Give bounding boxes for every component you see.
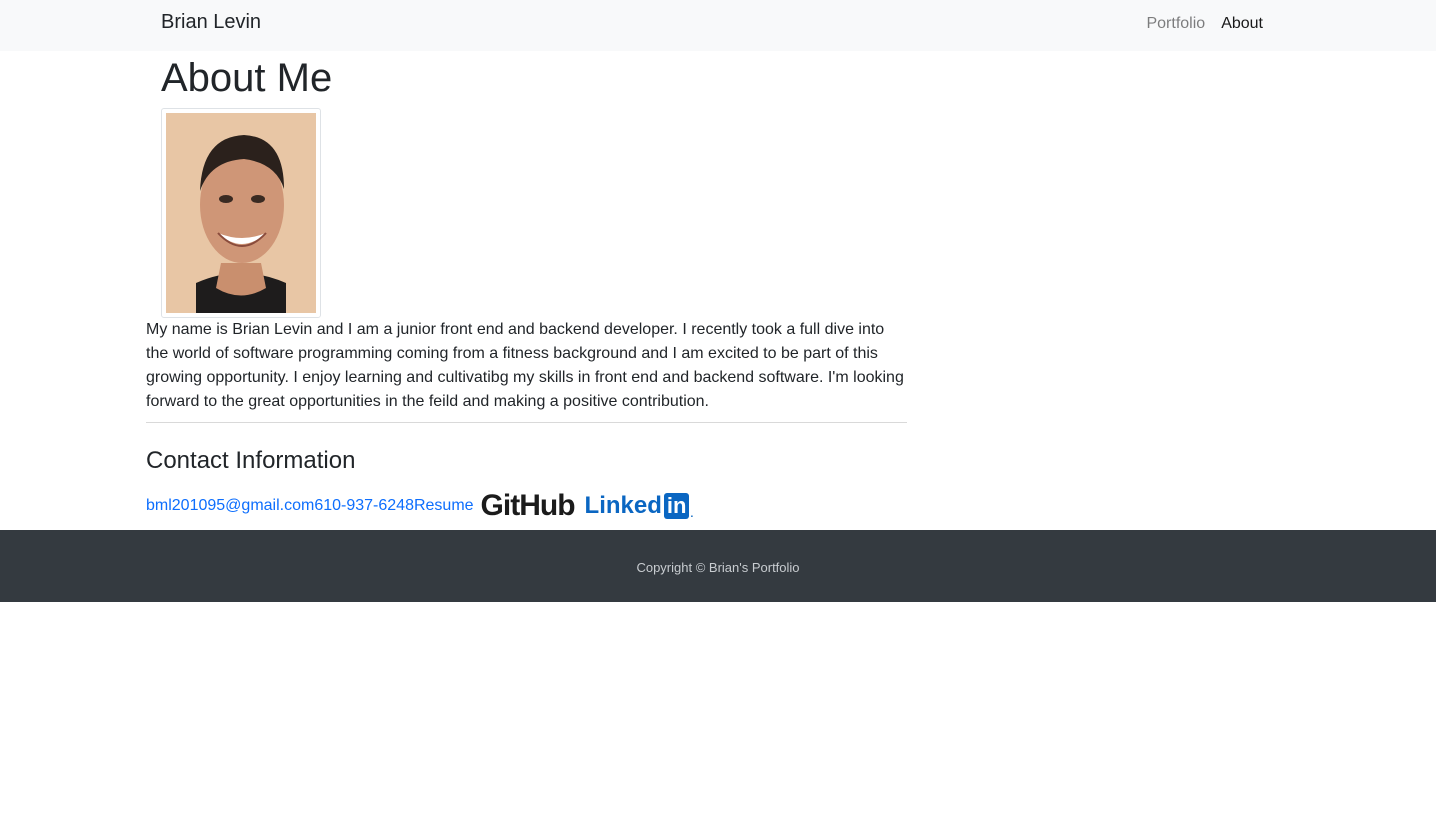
footer: Copyright © Brian's Portfolio (0, 530, 1436, 602)
nav-links: Portfolio About (1146, 15, 1263, 33)
resume-link[interactable]: Resume (414, 491, 474, 521)
navbar-brand[interactable]: Brian Levin (161, 11, 261, 34)
profile-photo (166, 113, 316, 313)
contact-title: Contact Information (146, 447, 356, 474)
section-divider (146, 422, 907, 423)
profile-photo-illustration (166, 113, 316, 313)
profile-photo-frame (161, 108, 321, 318)
contact-links: bml201095@gmail.com 610-937-6248 Resume … (146, 490, 693, 522)
copyright-text: Copyright © Brian's Portfolio (636, 560, 800, 575)
github-logo-icon[interactable]: GitHub (481, 490, 576, 522)
navbar: Brian Levin Portfolio About (0, 0, 1436, 51)
linkedin-logo-icon[interactable]: Linked in . (585, 492, 694, 520)
nav-link-portfolio[interactable]: Portfolio (1146, 15, 1205, 33)
page-title: About Me (161, 56, 333, 100)
bio-paragraph: My name is Brian Levin and I am a junior… (146, 321, 904, 410)
email-link[interactable]: bml201095@gmail.com (146, 491, 314, 521)
linkedin-logo-dot: . (690, 509, 694, 520)
linkedin-logo-box: in (663, 493, 690, 519)
linkedin-logo-text: Linked (584, 492, 662, 519)
nav-link-about[interactable]: About (1221, 15, 1263, 33)
phone-link[interactable]: 610-937-6248 (314, 491, 414, 521)
